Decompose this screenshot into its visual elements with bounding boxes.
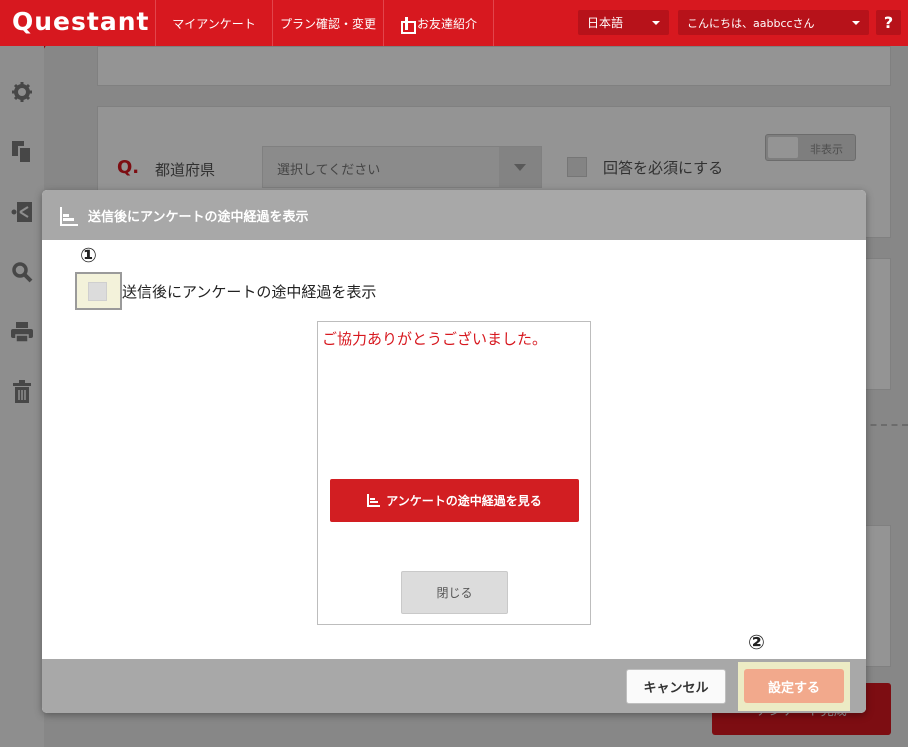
- nav-referral-label: お友達紹介: [416, 16, 477, 31]
- cancel-button[interactable]: キャンセル: [626, 669, 726, 704]
- logo-container[interactable]: Questant: [0, 0, 155, 58]
- show-results-checkbox[interactable]: [88, 282, 107, 301]
- language-dropdown[interactable]: 日本語: [578, 10, 669, 35]
- nav-referral[interactable]: お友達紹介: [383, 0, 494, 46]
- top-navigation-bar: Questant マイアンケート プラン確認・変更 お友達紹介 日本語 こんにち…: [0, 0, 908, 58]
- nav-plan-label: プラン確認・変更: [279, 16, 376, 31]
- help-icon: ?: [883, 13, 894, 32]
- dialog-header: 送信後にアンケートの途中経過を表示: [42, 190, 866, 240]
- user-greeting: こんにちは、aabbccさん: [687, 16, 815, 30]
- language-label: 日本語: [587, 16, 624, 30]
- bar-chart-icon: [60, 207, 78, 226]
- user-menu-dropdown[interactable]: こんにちは、aabbccさん: [678, 10, 869, 35]
- nav-my-surveys[interactable]: マイアンケート: [155, 0, 272, 46]
- confirm-button[interactable]: 設定する: [744, 669, 844, 703]
- preview-close-button[interactable]: 閉じる: [401, 571, 508, 614]
- chevron-down-icon: [852, 21, 860, 25]
- view-results-label: アンケートの途中経過を見る: [386, 494, 542, 508]
- results-display-dialog: 送信後にアンケートの途中経過を表示 ① 送信後にアンケートの途中経過を表示 ご協…: [42, 190, 866, 713]
- nav-plan[interactable]: プラン確認・変更: [272, 0, 383, 46]
- option-highlight: [75, 272, 122, 310]
- view-results-button[interactable]: アンケートの途中経過を見る: [330, 479, 579, 522]
- help-button[interactable]: ?: [876, 10, 901, 35]
- preview-close-label: 閉じる: [436, 586, 473, 600]
- logo[interactable]: Questant: [12, 7, 149, 36]
- step-marker-2: ②: [748, 630, 765, 654]
- confirm-highlight: 設定する: [738, 662, 850, 711]
- nav-my-surveys-label: マイアンケート: [172, 16, 256, 31]
- bar-chart-icon: [367, 494, 381, 507]
- confirm-label: 設定する: [767, 680, 820, 696]
- dialog-title: 送信後にアンケートの途中経過を表示: [88, 209, 309, 225]
- thank-you-preview: ご協力ありがとうございました。 アンケートの途中経過を見る 閉じる: [317, 321, 591, 625]
- chevron-down-icon: [652, 21, 660, 25]
- cancel-label: キャンセル: [643, 681, 709, 696]
- step-marker-1: ①: [80, 243, 97, 267]
- show-results-label[interactable]: 送信後にアンケートの途中経過を表示: [122, 281, 376, 302]
- thank-you-message: ご協力ありがとうございました。: [322, 330, 548, 348]
- gift-icon: [400, 16, 416, 34]
